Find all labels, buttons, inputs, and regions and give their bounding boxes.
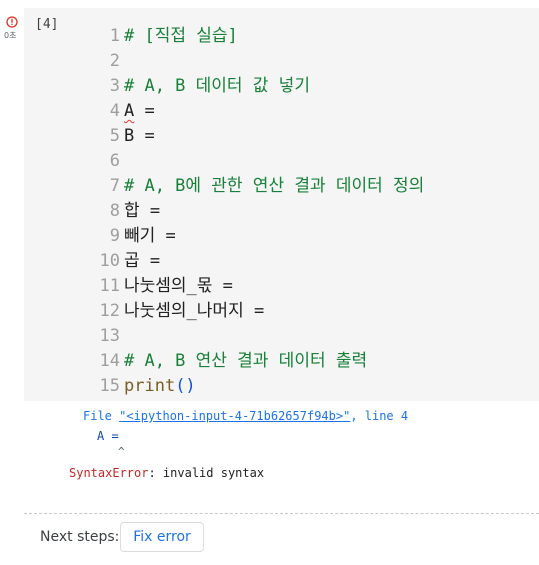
error-message: SyntaxError: invalid syntax [69,466,264,480]
line-number: 12 [99,301,120,321]
line-number: 7 [109,176,120,196]
fix-error-button[interactable]: Fix error [120,522,204,552]
code-rest: = [134,101,155,121]
line-number: 9 [109,226,120,246]
error-text: : invalid syntax [148,466,265,480]
line-number: 13 [99,326,120,346]
line-number: 10 [99,251,120,271]
execution-count: [4] [35,17,59,32]
code-text: print() [124,374,196,399]
error-type: SyntaxError [69,466,149,480]
code-text: # A, B 데이터 값 넣기 [124,76,310,96]
line-number: 15 [99,376,120,396]
traceback-line-number: , line 4 [350,409,409,423]
code-text: 곱 = [124,251,161,271]
code-text: 빼기 = [124,226,176,246]
line-number: 8 [109,201,120,221]
code-text: A = [124,99,155,124]
traceback-file-link[interactable]: "<ipython-input-4-71b62657f94b>" [119,409,350,423]
output-divider [24,513,539,514]
traceback-caret: ^ [118,445,125,458]
line-number: 5 [109,126,120,146]
code-text: # A, B 연산 결과 데이터 출력 [124,351,368,371]
traceback-file-line: File "<ipython-input-4-71b62657f94b>", l… [83,409,408,423]
code-text: B = [124,126,155,146]
line-number: 2 [109,51,120,71]
line-number: 1 [109,26,120,46]
line-number: 4 [109,101,120,121]
run-time: 0초 [4,31,17,40]
syntax-error-underline: A [124,101,135,121]
code-editor[interactable]: 1 # [직접 실습] 2 3 # A, B 데이터 값 넣기 4 A = 5 B = 6 7 # A… [24,8,539,401]
line-number: 11 [99,276,120,296]
print-parens: () [175,376,196,396]
code-text: # A, B에 관한 연산 결과 데이터 정의 [124,176,425,196]
code-text: # [직접 실습] [124,26,238,46]
cell-gutter: 0초 [0,0,24,565]
code-text: 합 = [124,201,161,221]
print-keyword: print [124,376,176,396]
error-circle-icon[interactable] [6,16,18,28]
line-number: 6 [109,151,120,171]
traceback-file-prefix: File [83,409,120,423]
code-text: 나눗셈의_나머지 = [124,301,265,321]
next-steps-label: Next steps: [40,529,120,545]
code-text: 나눗셈의_몫 = [124,276,233,296]
line-number: 3 [109,76,120,96]
line-number: 14 [99,351,120,371]
traceback-code: A = [97,429,119,443]
